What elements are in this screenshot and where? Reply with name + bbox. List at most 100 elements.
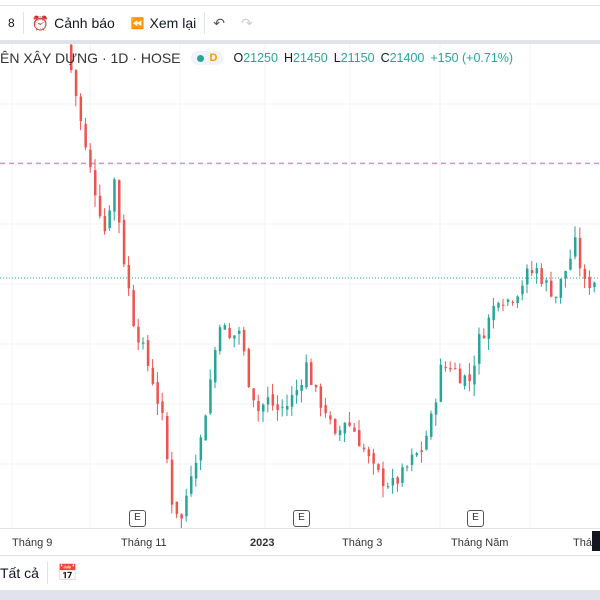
- replay-button[interactable]: ⏪ Xem lại: [123, 15, 204, 31]
- candle-body: [492, 305, 495, 321]
- candle-body: [142, 342, 145, 344]
- candle-body: [334, 419, 337, 434]
- candle-body: [420, 450, 423, 453]
- candle-body: [156, 382, 159, 404]
- candle-body: [449, 367, 452, 370]
- candle-body: [434, 402, 438, 415]
- candle-body: [338, 430, 342, 436]
- candle-body: [257, 401, 260, 412]
- candle-body: [372, 453, 375, 464]
- candle-body: [310, 362, 313, 385]
- alarm-clock-icon: ⏰: [31, 14, 50, 31]
- candle-body: [180, 514, 183, 519]
- candle-body: [319, 386, 323, 408]
- candle-body: [401, 467, 404, 483]
- candle-body: [487, 317, 491, 339]
- candle-body: [79, 96, 83, 122]
- bottom-separator: [0, 590, 600, 600]
- candle-body: [593, 282, 596, 288]
- earnings-marker[interactable]: E: [129, 510, 146, 527]
- candle-body: [161, 401, 164, 413]
- candle-body: [329, 415, 332, 420]
- candle-body: [578, 237, 582, 269]
- candle-body: [406, 466, 409, 468]
- candle-body: [463, 375, 467, 387]
- candle-body: [127, 265, 131, 289]
- candle-body: [214, 350, 217, 383]
- time-tick: Tháng 3: [342, 537, 383, 549]
- candle-body: [252, 388, 255, 401]
- candle-body: [415, 453, 419, 456]
- candle-body: [247, 348, 251, 388]
- candle-body: [175, 501, 179, 514]
- earnings-marker[interactable]: E: [467, 510, 484, 527]
- candle-body: [358, 430, 361, 447]
- candle-body: [94, 170, 97, 196]
- candle-body: [535, 268, 539, 274]
- time-tick: Tháng 9: [12, 537, 53, 549]
- candle-body: [444, 367, 447, 369]
- candle-body: [425, 435, 428, 450]
- earnings-marker[interactable]: E: [293, 510, 310, 527]
- price-chart[interactable]: [0, 44, 600, 528]
- candle-body: [113, 179, 116, 212]
- open-key: O: [233, 51, 244, 65]
- undo-button[interactable]: ↶: [205, 15, 233, 32]
- candle-body: [458, 368, 462, 384]
- candle-body: [468, 374, 471, 382]
- redo-icon: ↷: [240, 14, 253, 31]
- candle-body: [103, 215, 107, 232]
- candle-body: [223, 325, 227, 330]
- candle-body: [166, 416, 169, 460]
- candle-body: [286, 405, 289, 410]
- go-to-date-icon[interactable]: 📅: [48, 563, 88, 583]
- candle-body: [228, 327, 231, 338]
- candle-body: [430, 413, 433, 437]
- candle-body: [84, 123, 87, 148]
- candle-body: [583, 268, 587, 279]
- alert-label: Cảnh báo: [54, 15, 115, 31]
- candle-body: [502, 304, 505, 306]
- toolbar: 8 ⏰ Cảnh báo ⏪ Xem lại ↶ ↷: [0, 6, 600, 40]
- time-axis[interactable]: Tháng 9 Tháng 11 2023 Tháng 3 Tháng Năm …: [0, 528, 600, 555]
- candle-body: [281, 406, 284, 408]
- candle-body: [540, 268, 543, 285]
- close-key: C: [380, 51, 390, 65]
- candle-body: [511, 301, 515, 303]
- candle-body: [324, 405, 327, 414]
- candle-body: [478, 334, 481, 364]
- candle-body: [367, 449, 371, 457]
- candle-body: [588, 276, 591, 288]
- low-key: L: [333, 51, 341, 65]
- alert-button[interactable]: ⏰ Cảnh báo: [24, 15, 123, 32]
- candle-body: [473, 365, 476, 385]
- candle-body: [132, 290, 135, 327]
- candle-body: [353, 427, 356, 432]
- candle-body: [386, 486, 390, 488]
- candle-body: [199, 437, 203, 461]
- undo-icon: ↶: [213, 14, 225, 31]
- rewind-icon: ⏪: [130, 17, 145, 30]
- time-tick: Thá: [573, 537, 592, 549]
- layout-button[interactable]: 8: [0, 16, 23, 30]
- candle-body: [262, 404, 265, 412]
- candle-body: [209, 379, 212, 414]
- symbol-title[interactable]: ÊN XÂY DỰNG · 1D · HOSE: [0, 50, 181, 66]
- high-value: 21450: [293, 51, 328, 65]
- candle-body: [89, 149, 92, 168]
- candle-body: [137, 326, 140, 343]
- high-key: H: [283, 51, 293, 65]
- candle-body: [506, 299, 510, 302]
- redo-button[interactable]: ↷: [233, 15, 261, 32]
- candle-body: [396, 477, 399, 484]
- change-value: +150 (+0.71%): [430, 51, 514, 65]
- candle-body: [204, 415, 207, 441]
- candle-body: [122, 219, 126, 265]
- time-tick: 2023: [250, 537, 275, 549]
- candle-body: [545, 280, 548, 283]
- candle-body: [530, 270, 534, 274]
- range-all-button[interactable]: Tất cả: [0, 565, 47, 581]
- candle-body: [242, 329, 246, 352]
- candle-body: [218, 327, 222, 352]
- candle-body: [233, 335, 236, 339]
